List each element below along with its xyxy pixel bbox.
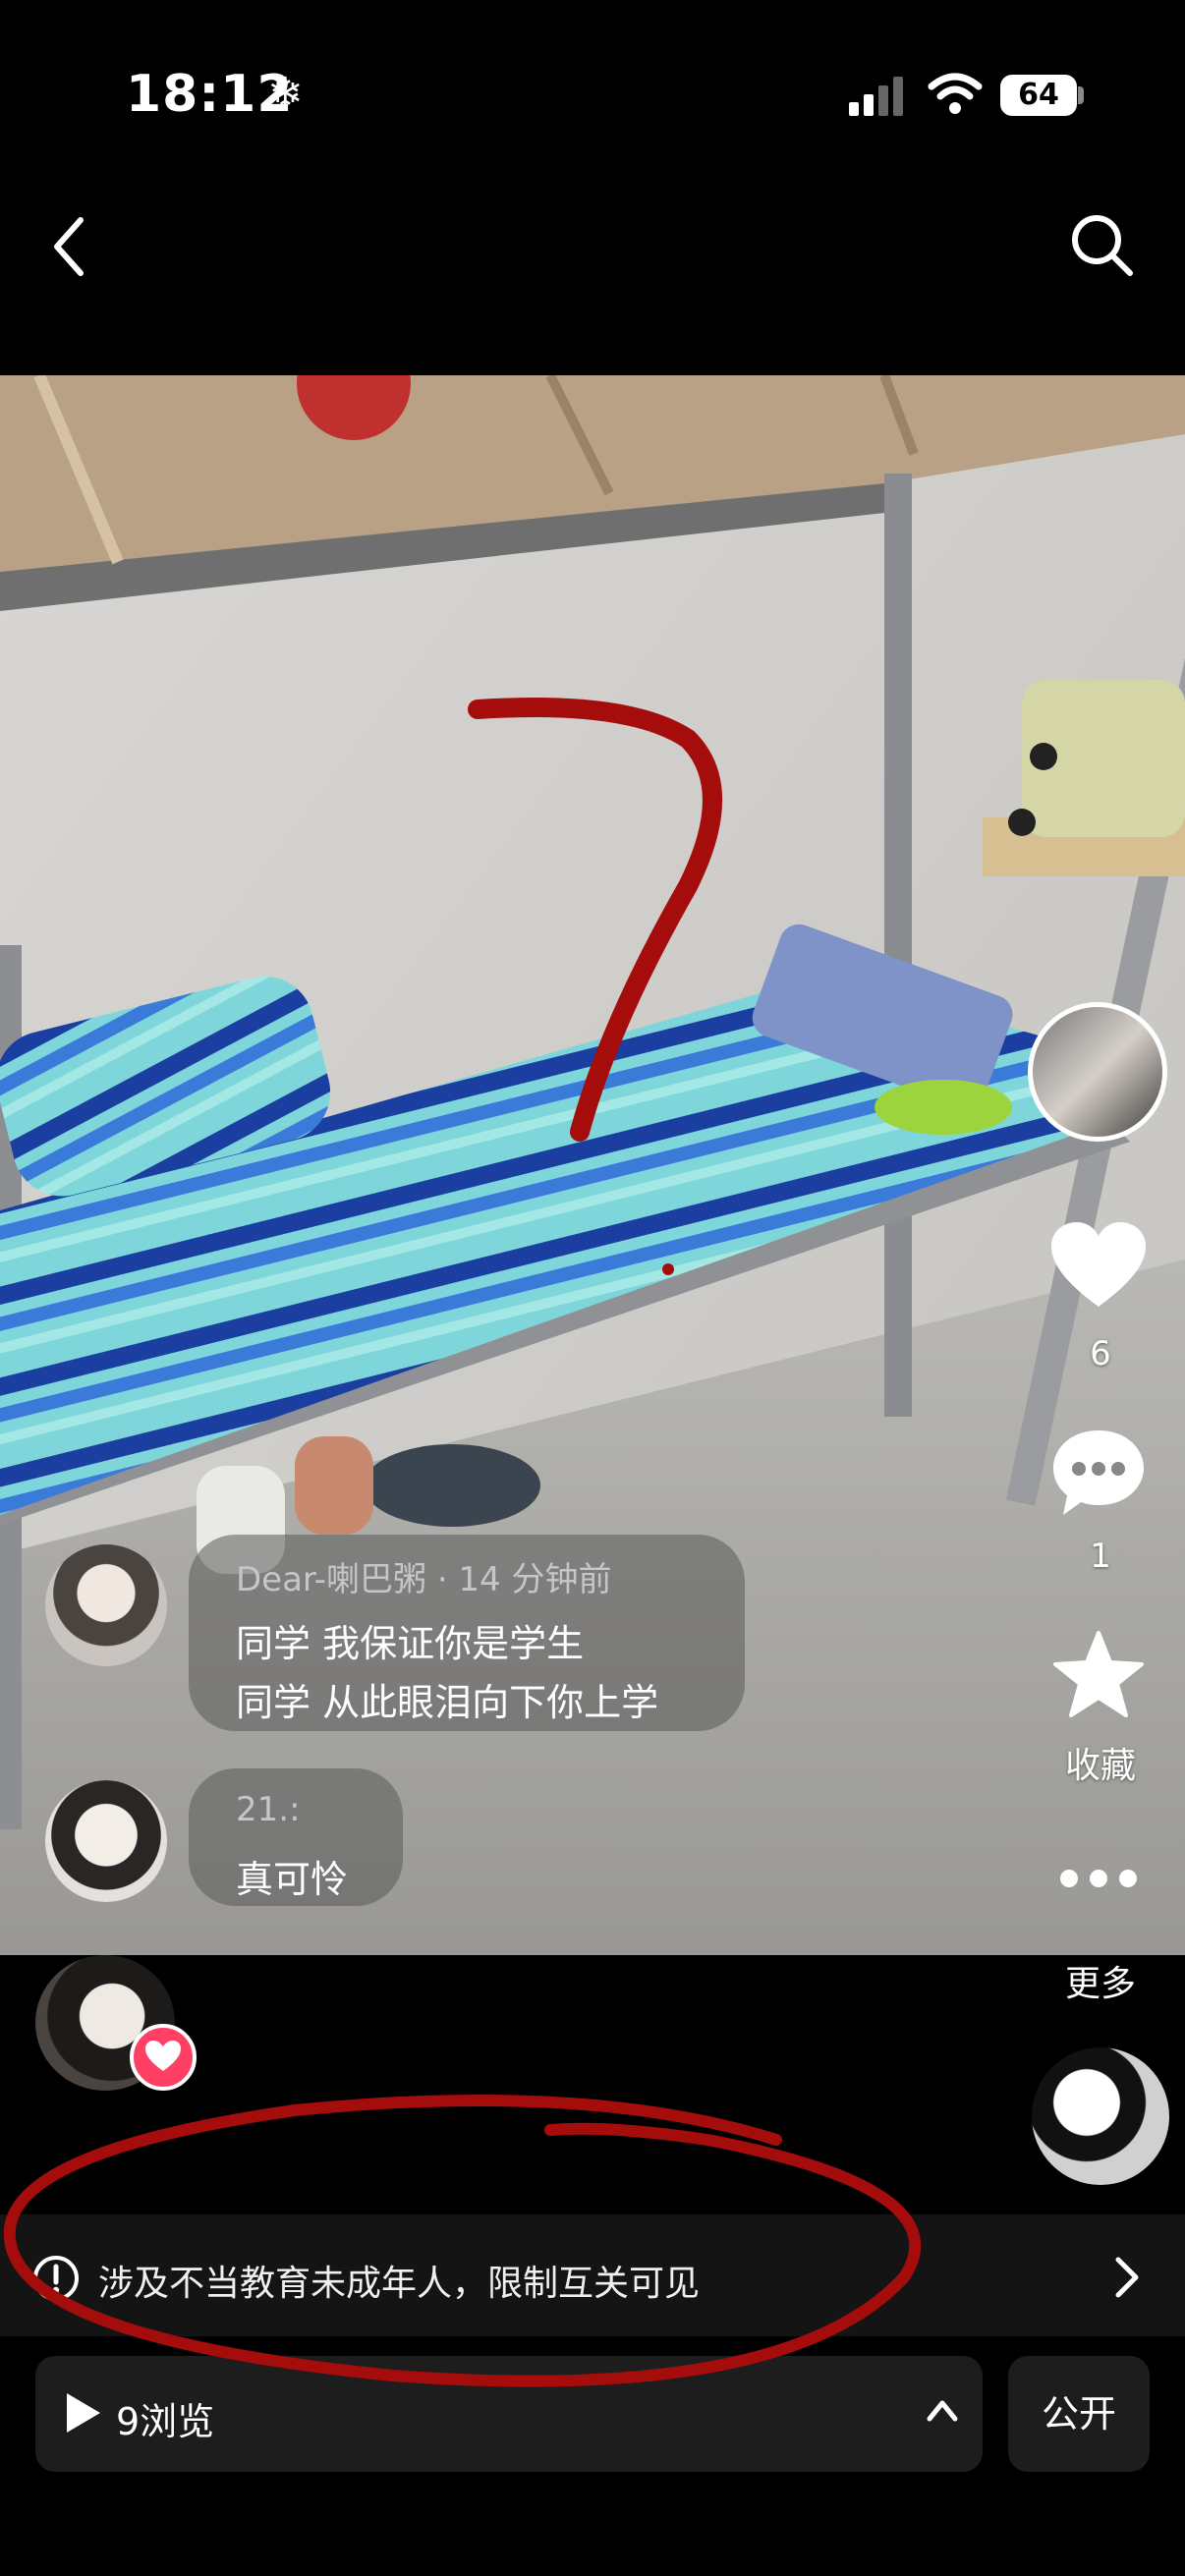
chevron-up-icon[interactable]: [926, 2397, 959, 2423]
cellular-signal-icon: [849, 77, 903, 116]
music-disc-avatar[interactable]: [1032, 2047, 1169, 2185]
comment-text: 真可怜: [236, 1858, 349, 1901]
chevron-left-icon[interactable]: [49, 212, 88, 281]
heart-badge: [130, 2024, 197, 2091]
favorite-label[interactable]: 收藏: [1051, 1737, 1150, 1788]
chevron-right-icon[interactable]: [1112, 2254, 1142, 2301]
heart-icon: [145, 2041, 181, 2071]
views-count: 9浏览: [116, 2400, 215, 2443]
warning-icon: [33, 2256, 79, 2301]
heart-icon[interactable]: [1051, 1222, 1146, 1311]
more-dots-icon[interactable]: [1057, 1867, 1140, 1890]
snowflake-icon: ❄: [267, 69, 304, 119]
comment-avatar[interactable]: [45, 1544, 167, 1666]
comment-author-time: Dear-喇巴粥 · 14 分钟前: [236, 1560, 612, 1599]
search-icon[interactable]: [1067, 210, 1136, 279]
play-icon: [67, 2393, 100, 2433]
creator-avatar[interactable]: [1028, 1002, 1167, 1142]
comment-count: 1: [1090, 1537, 1111, 1576]
battery-tip: [1078, 86, 1084, 104]
comment-text: 同学 从此眼泪向下你上学: [236, 1681, 659, 1724]
comment-avatar[interactable]: [45, 1780, 167, 1902]
star-icon[interactable]: [1053, 1631, 1144, 1719]
restriction-notice-text: 涉及不当教育未成年人，限制互关可见: [98, 2264, 701, 2304]
wifi-icon: [928, 73, 983, 114]
like-count: 6: [1090, 1334, 1111, 1373]
comment-text: 同学 我保证你是学生: [236, 1622, 585, 1665]
comment-icon[interactable]: [1049, 1427, 1148, 1519]
battery-indicator: 64: [1000, 75, 1077, 116]
more-label[interactable]: 更多: [1051, 1955, 1150, 2006]
visibility-button[interactable]: 公开: [1008, 2356, 1150, 2472]
comment-author: 21.:: [236, 1790, 301, 1829]
